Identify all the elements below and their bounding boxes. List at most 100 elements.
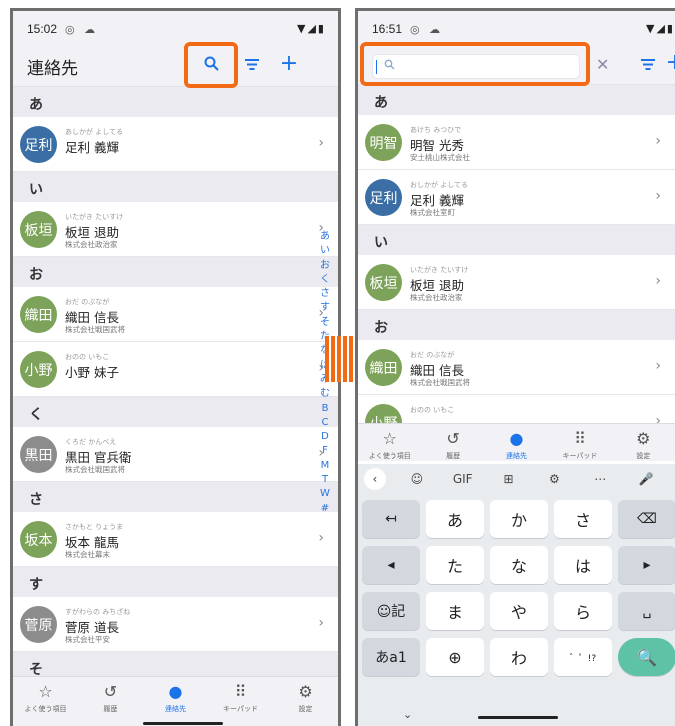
keyboard-key[interactable]: ◂ [362, 546, 420, 584]
hide-keyboard-icon[interactable]: ⌄ [403, 708, 412, 721]
keyboard-toolbar-item[interactable]: GIF [440, 472, 486, 486]
index-letter[interactable]: す [318, 301, 332, 315]
contact-row[interactable]: 坂本 さかもと りょうま 坂本 龍馬 株式会社幕末 › [13, 512, 338, 567]
nav-icon: ⠿ [574, 429, 586, 448]
index-letter[interactable]: B [318, 402, 332, 416]
keyboard-key[interactable]: ら [554, 592, 612, 630]
keyboard-toolbar-item[interactable]: ⋯ [577, 472, 623, 486]
keyboard-key[interactable]: わ [490, 638, 548, 676]
nav-icon: ☆ [382, 429, 397, 448]
index-letter[interactable]: M [318, 459, 332, 473]
avatar: 明智 [365, 124, 402, 161]
nav-item[interactable]: ↺ 履歴 [421, 424, 484, 461]
contact-row[interactable]: 明智 あけち みつひで 明智 光秀 安土桃山株式会社 › [358, 115, 675, 170]
nav-icon: ↺ [103, 682, 118, 701]
transition-arrow-shaft [325, 336, 358, 382]
keyboard-key[interactable]: ⌫ [618, 500, 675, 538]
nav-icon: ⠿ [234, 682, 247, 701]
keyboard-toolbar-item[interactable]: ☺ [394, 472, 440, 486]
contact-row[interactable]: 板垣 いたがき たいすけ 板垣 退助 株式会社政治家 › [358, 255, 675, 310]
nav-label: 設定 [298, 705, 313, 713]
contact-reading: おのの いもこ [65, 353, 110, 361]
add-contact-button[interactable]: + [663, 50, 675, 75]
index-letter[interactable]: C [318, 416, 332, 430]
clear-search-icon[interactable]: ✕ [596, 55, 609, 74]
nav-item[interactable]: ⚙ 設定 [273, 677, 338, 726]
contact-row[interactable]: 足利 あしかが よしてる 足利 義輝 › [13, 117, 338, 172]
nav-item[interactable]: ⠿ キーパッド [208, 677, 273, 726]
nav-item[interactable]: ● 連絡先 [143, 677, 208, 726]
nav-label: 連絡先 [165, 705, 186, 713]
keyboard-toolbar-item[interactable]: ⚙ [531, 472, 577, 486]
keyboard-key[interactable]: な [490, 546, 548, 584]
keyboard-key[interactable]: ゛゜!? [554, 638, 612, 676]
keyboard-key[interactable]: あ [426, 500, 484, 538]
nav-icon: ● [168, 682, 183, 701]
nav-item[interactable]: ↺ 履歴 [78, 677, 143, 726]
contacts-screen-before: 15:02 ◎ ☁ ▼◢▮ 連絡先 + あ足利 あしかが よしてる 足利 義輝 › い板… [10, 8, 341, 726]
contact-row[interactable]: 黒田 くろだ かんべえ 黒田 官兵衛 株式会社戦国武将 › [13, 427, 338, 482]
nav-label: 連絡先 [506, 452, 528, 460]
contact-row[interactable]: 板垣 いたがき たいすけ 板垣 退助 株式会社政治家 › [13, 202, 338, 257]
keyboard-key[interactable]: あa1 [362, 638, 420, 676]
nav-item[interactable]: ☆ よく使う項目 [358, 424, 421, 461]
nav-icon: ☆ [38, 682, 53, 701]
contact-company: 株式会社戦国武将 [65, 465, 125, 474]
index-letter[interactable]: む [318, 387, 332, 401]
nav-item[interactable]: ⚙ 設定 [612, 424, 675, 461]
notification-icons: ◎ ☁ [65, 22, 99, 36]
section-header: あ [358, 85, 675, 115]
keyboard-toolbar-item[interactable]: ‹ [364, 468, 386, 490]
keyboard-key[interactable]: ␣ [618, 592, 675, 630]
chevron-right-icon: › [655, 133, 661, 149]
index-letter[interactable]: D [318, 430, 332, 444]
keyboard-key[interactable]: ☺記 [362, 592, 420, 630]
keyboard-key[interactable]: ⊕ [426, 638, 484, 676]
contact-row[interactable]: 足利 おしかが よしてる 足利 義輝 株式会社室町 › [358, 170, 675, 225]
index-letter[interactable]: お [318, 259, 332, 273]
keyboard-key[interactable]: か [490, 500, 548, 538]
keyboard-key[interactable]: や [490, 592, 548, 630]
nav-item[interactable]: ● 連絡先 [485, 424, 548, 461]
contact-row[interactable]: 織田 おだ のぶなが 織田 信長 株式会社戦国武将 › [13, 287, 338, 342]
keyboard-toolbar-item[interactable]: ⊞ [486, 472, 532, 486]
home-indicator [143, 722, 223, 725]
keyboard-key[interactable]: さ [554, 500, 612, 538]
index-letter[interactable]: T [318, 473, 332, 487]
index-letter[interactable]: # [318, 502, 332, 516]
contact-company: 株式会社戦国武将 [410, 378, 470, 387]
keyboard-key[interactable]: は [554, 546, 612, 584]
keyboard-key[interactable]: ↤ [362, 500, 420, 538]
search-input-highlight [360, 42, 590, 86]
index-letter[interactable]: F [318, 444, 332, 458]
contact-company: 株式会社室町 [410, 208, 455, 217]
keyboard-toolbar: ‹ ☺ GIF ⊞ ⚙ ⋯ 🎤 [358, 464, 675, 494]
nav-label: 履歴 [103, 705, 118, 713]
keyboard-key[interactable]: 🔍 [618, 638, 675, 676]
index-letter[interactable]: あ [318, 230, 332, 244]
filter-icon[interactable] [240, 55, 264, 78]
add-contact-button[interactable]: + [277, 51, 301, 76]
keyboard-key[interactable]: た [426, 546, 484, 584]
contact-row[interactable]: 菅原 すがわらの みちざね 菅原 道長 株式会社平安 › [13, 597, 338, 652]
index-letter[interactable]: い [318, 244, 332, 258]
index-letter[interactable]: く [318, 273, 332, 287]
keyboard-key[interactable]: ▸ [618, 546, 675, 584]
contact-row[interactable]: 織田 おだ のぶなが 織田 信長 株式会社戦国武将 › [358, 340, 675, 395]
index-letter[interactable]: そ [318, 316, 332, 330]
section-header: お [13, 257, 338, 287]
nav-icon: ⚙ [298, 682, 313, 701]
app-bar: 連絡先 + [13, 47, 338, 87]
avatar: 足利 [20, 126, 57, 163]
index-letter[interactable]: W [318, 487, 332, 501]
filter-icon[interactable] [636, 55, 660, 78]
chevron-right-icon: › [655, 358, 661, 374]
keyboard-toolbar-item[interactable]: 🎤 [623, 472, 669, 486]
nav-item[interactable]: ⠿ キーパッド [548, 424, 611, 461]
nav-item[interactable]: ☆ よく使う項目 [13, 677, 78, 726]
keyboard-key[interactable]: ま [426, 592, 484, 630]
contact-name: 小野 妹子 [65, 365, 119, 380]
avatar: 小野 [20, 351, 57, 388]
index-letter[interactable]: さ [318, 287, 332, 301]
contact-row[interactable]: 小野 おのの いもこ 小野 妹子 › [13, 342, 338, 397]
